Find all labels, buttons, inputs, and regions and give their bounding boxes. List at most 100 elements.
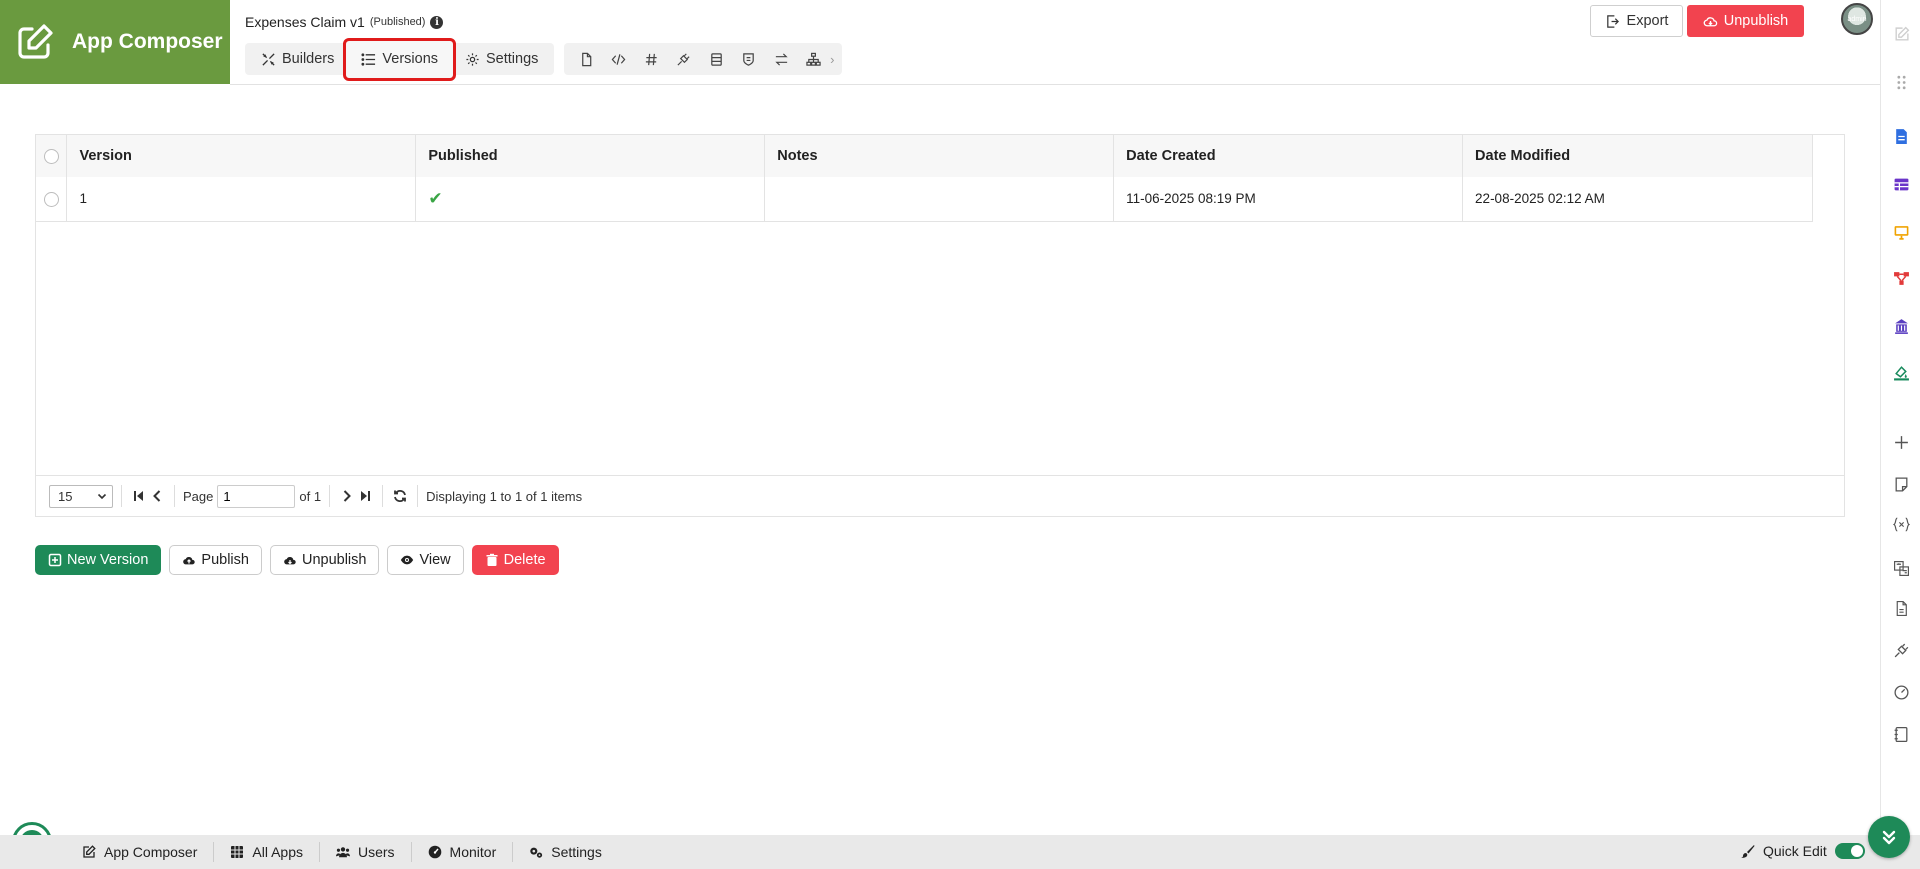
footer-item-all-apps[interactable]: All Apps bbox=[214, 842, 320, 862]
refresh-icon[interactable] bbox=[391, 487, 409, 505]
footer-item-settings[interactable]: Settings bbox=[513, 842, 618, 862]
code-icon[interactable] bbox=[603, 44, 636, 74]
page-number-input[interactable] bbox=[217, 484, 296, 508]
select-all-radio[interactable] bbox=[43, 148, 59, 164]
app-name: Expenses Claim v1 bbox=[245, 14, 365, 30]
plugin-icon[interactable] bbox=[1891, 640, 1911, 660]
api-builder-icon[interactable] bbox=[1891, 316, 1911, 336]
new-version-label: New Version bbox=[67, 552, 149, 568]
grid-header-row: Version Published Notes Date Created Dat… bbox=[36, 135, 1813, 177]
note-icon[interactable] bbox=[1891, 474, 1911, 494]
prev-page-icon[interactable] bbox=[148, 487, 166, 505]
collapse-fab[interactable] bbox=[1868, 816, 1910, 858]
form-builder-icon[interactable] bbox=[1891, 126, 1911, 146]
chevron-right-icon[interactable]: › bbox=[830, 52, 842, 67]
pager-divider bbox=[417, 485, 419, 507]
next-page-icon[interactable] bbox=[338, 487, 356, 505]
translate-icon[interactable] bbox=[1891, 558, 1911, 578]
column-date-modified[interactable]: Date Modified bbox=[1462, 135, 1813, 177]
pager-summary: Displaying 1 to 1 of 1 items bbox=[426, 488, 583, 504]
cell-published: ✔ bbox=[415, 177, 766, 222]
hash-icon[interactable] bbox=[635, 44, 668, 74]
column-version[interactable]: Version bbox=[66, 135, 417, 177]
cloud-icon bbox=[1703, 16, 1717, 26]
pencil-icon[interactable] bbox=[1891, 24, 1911, 44]
footer-nav: App Composer All Apps Users Monitor Sett… bbox=[66, 842, 618, 862]
userview-builder-icon[interactable] bbox=[1891, 222, 1911, 242]
tab-versions-label: Versions bbox=[382, 51, 439, 67]
quick-edit[interactable]: Quick Edit bbox=[1740, 843, 1865, 859]
last-page-icon[interactable] bbox=[356, 487, 374, 505]
info-icon[interactable]: i bbox=[430, 15, 444, 29]
select-all-cell[interactable] bbox=[36, 135, 68, 177]
new-version-button[interactable]: New Version bbox=[35, 545, 162, 575]
tab-settings-label: Settings bbox=[486, 51, 539, 67]
tab-builders[interactable]: Builders bbox=[249, 44, 346, 74]
versions-grid: ⌄ Version Published Notes Date Created D… bbox=[35, 132, 1845, 517]
export-icon bbox=[1606, 14, 1619, 28]
page-label: Page bbox=[183, 488, 214, 504]
delete-label: Delete bbox=[503, 552, 546, 568]
grid-pager: 15 Page of 1 Displaying 1 to 1 of 1 item… bbox=[35, 475, 1845, 517]
gears-icon bbox=[530, 847, 543, 858]
chevron-down-icon bbox=[97, 493, 107, 500]
add-icon[interactable] bbox=[1891, 432, 1911, 452]
unpublish-label: Unpublish bbox=[301, 552, 367, 568]
unpublish-top-button[interactable]: Unpublish bbox=[1687, 5, 1804, 37]
list-icon bbox=[361, 52, 376, 66]
variable-icon[interactable] bbox=[1891, 514, 1911, 534]
unpublish-button[interactable]: Unpublish bbox=[269, 545, 380, 575]
publish-label: Publish bbox=[201, 552, 249, 568]
delete-button[interactable]: Delete bbox=[471, 545, 559, 575]
footer-item-label: App Composer bbox=[104, 844, 198, 860]
row-select-cell[interactable] bbox=[36, 177, 68, 222]
tab-builders-label: Builders bbox=[282, 51, 335, 67]
quick-edit-label: Quick Edit bbox=[1763, 843, 1827, 859]
tab-versions[interactable]: Versions bbox=[343, 37, 457, 81]
view-button[interactable]: View bbox=[387, 545, 464, 575]
avatar-label: admin bbox=[1847, 15, 1867, 23]
column-date-created[interactable]: Date Created bbox=[1113, 135, 1464, 177]
notebook-icon[interactable] bbox=[1891, 724, 1911, 744]
database-icon[interactable] bbox=[700, 44, 733, 74]
plugin-icon[interactable] bbox=[668, 44, 701, 74]
process-builder-icon[interactable] bbox=[1891, 268, 1911, 288]
row-select-radio[interactable] bbox=[43, 191, 59, 207]
brand-banner[interactable]: App Composer bbox=[0, 0, 230, 84]
publish-button[interactable]: Publish bbox=[169, 545, 262, 575]
gear-icon bbox=[466, 52, 479, 66]
column-published[interactable]: Published bbox=[415, 135, 766, 177]
cell-date-modified: 22-08-2025 02:12 AM bbox=[1462, 177, 1813, 222]
tab-settings[interactable]: Settings bbox=[453, 44, 550, 74]
pager-divider bbox=[174, 485, 175, 507]
cell-date-created: 11-06-2025 08:19 PM bbox=[1113, 177, 1464, 222]
export-button[interactable]: Export bbox=[1590, 5, 1683, 37]
first-page-icon[interactable] bbox=[130, 487, 148, 505]
datalist-builder-icon[interactable] bbox=[1891, 174, 1911, 194]
cell-notes bbox=[764, 177, 1115, 222]
table-row[interactable]: 1 ✔ 11-06-2025 08:19 PM 22-08-2025 02:12… bbox=[36, 177, 1813, 222]
file-icon[interactable] bbox=[570, 44, 603, 74]
plus-square-icon bbox=[48, 553, 62, 567]
sitemap-icon[interactable] bbox=[798, 44, 831, 74]
speedometer-icon[interactable] bbox=[1891, 682, 1911, 702]
header-divider bbox=[230, 84, 1880, 85]
column-notes[interactable]: Notes bbox=[764, 135, 1115, 177]
avatar[interactable]: admin bbox=[1841, 3, 1873, 35]
footer-item-users[interactable]: Users bbox=[320, 842, 412, 862]
footer-bar: App Composer All Apps Users Monitor Sett… bbox=[0, 835, 1920, 869]
grid-icon bbox=[231, 846, 244, 858]
cloud-upload-icon bbox=[183, 557, 196, 565]
shield-icon[interactable] bbox=[733, 44, 766, 74]
document-icon[interactable] bbox=[1891, 598, 1911, 618]
main-tabs: Builders Versions Settings bbox=[245, 37, 555, 81]
footer-item-monitor[interactable]: Monitor bbox=[412, 842, 514, 862]
footer-item-label: Monitor bbox=[449, 844, 497, 860]
theme-builder-icon[interactable] bbox=[1891, 362, 1911, 382]
quick-edit-toggle[interactable] bbox=[1834, 843, 1865, 859]
drag-handle-icon[interactable] bbox=[1891, 72, 1911, 92]
footer-item-label: Settings bbox=[551, 844, 602, 860]
footer-item-app-composer[interactable]: App Composer bbox=[66, 842, 215, 862]
page-size-select[interactable]: 15 bbox=[49, 484, 113, 508]
transfer-icon[interactable] bbox=[765, 44, 798, 74]
